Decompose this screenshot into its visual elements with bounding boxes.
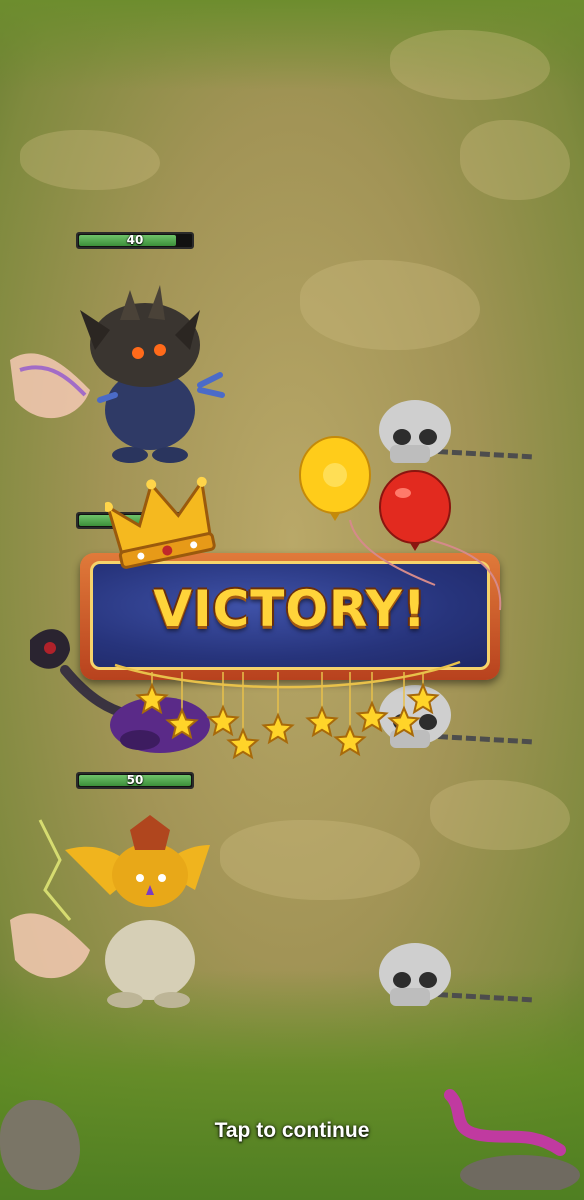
skull-icon [379,943,536,1006]
background-rock [220,820,420,900]
ally-creature-golden[interactable] [0,800,240,1020]
background-rock [430,780,570,850]
star-icon [355,700,389,733]
star-icon [333,724,367,757]
star-icon [406,682,440,715]
ally-hp-value: 50 [126,773,144,787]
ally-hp-bar: 40 [76,232,194,249]
star-icon [261,712,295,745]
tap-to-continue[interactable]: Tap to continue [0,1119,584,1143]
ally-hp-value: 40 [126,233,144,247]
background-rock [460,120,570,200]
star-icon [305,705,339,738]
crown-icon [105,476,216,569]
star-icon [206,704,240,737]
balloons [299,436,502,611]
stars-garland [114,660,461,760]
background-rock [300,260,480,350]
star-icon [135,682,169,715]
background-rock [20,130,160,190]
ally-hp-bar: 50 [76,772,194,789]
star-icon [165,707,199,740]
star-icon [226,727,260,760]
red-balloon-icon [379,470,451,551]
ally-creature-dark[interactable] [0,250,230,480]
yellow-balloon-icon [299,436,371,521]
battle-scene[interactable]: 40 50 VICTORY! Tap to continue [0,0,584,1200]
